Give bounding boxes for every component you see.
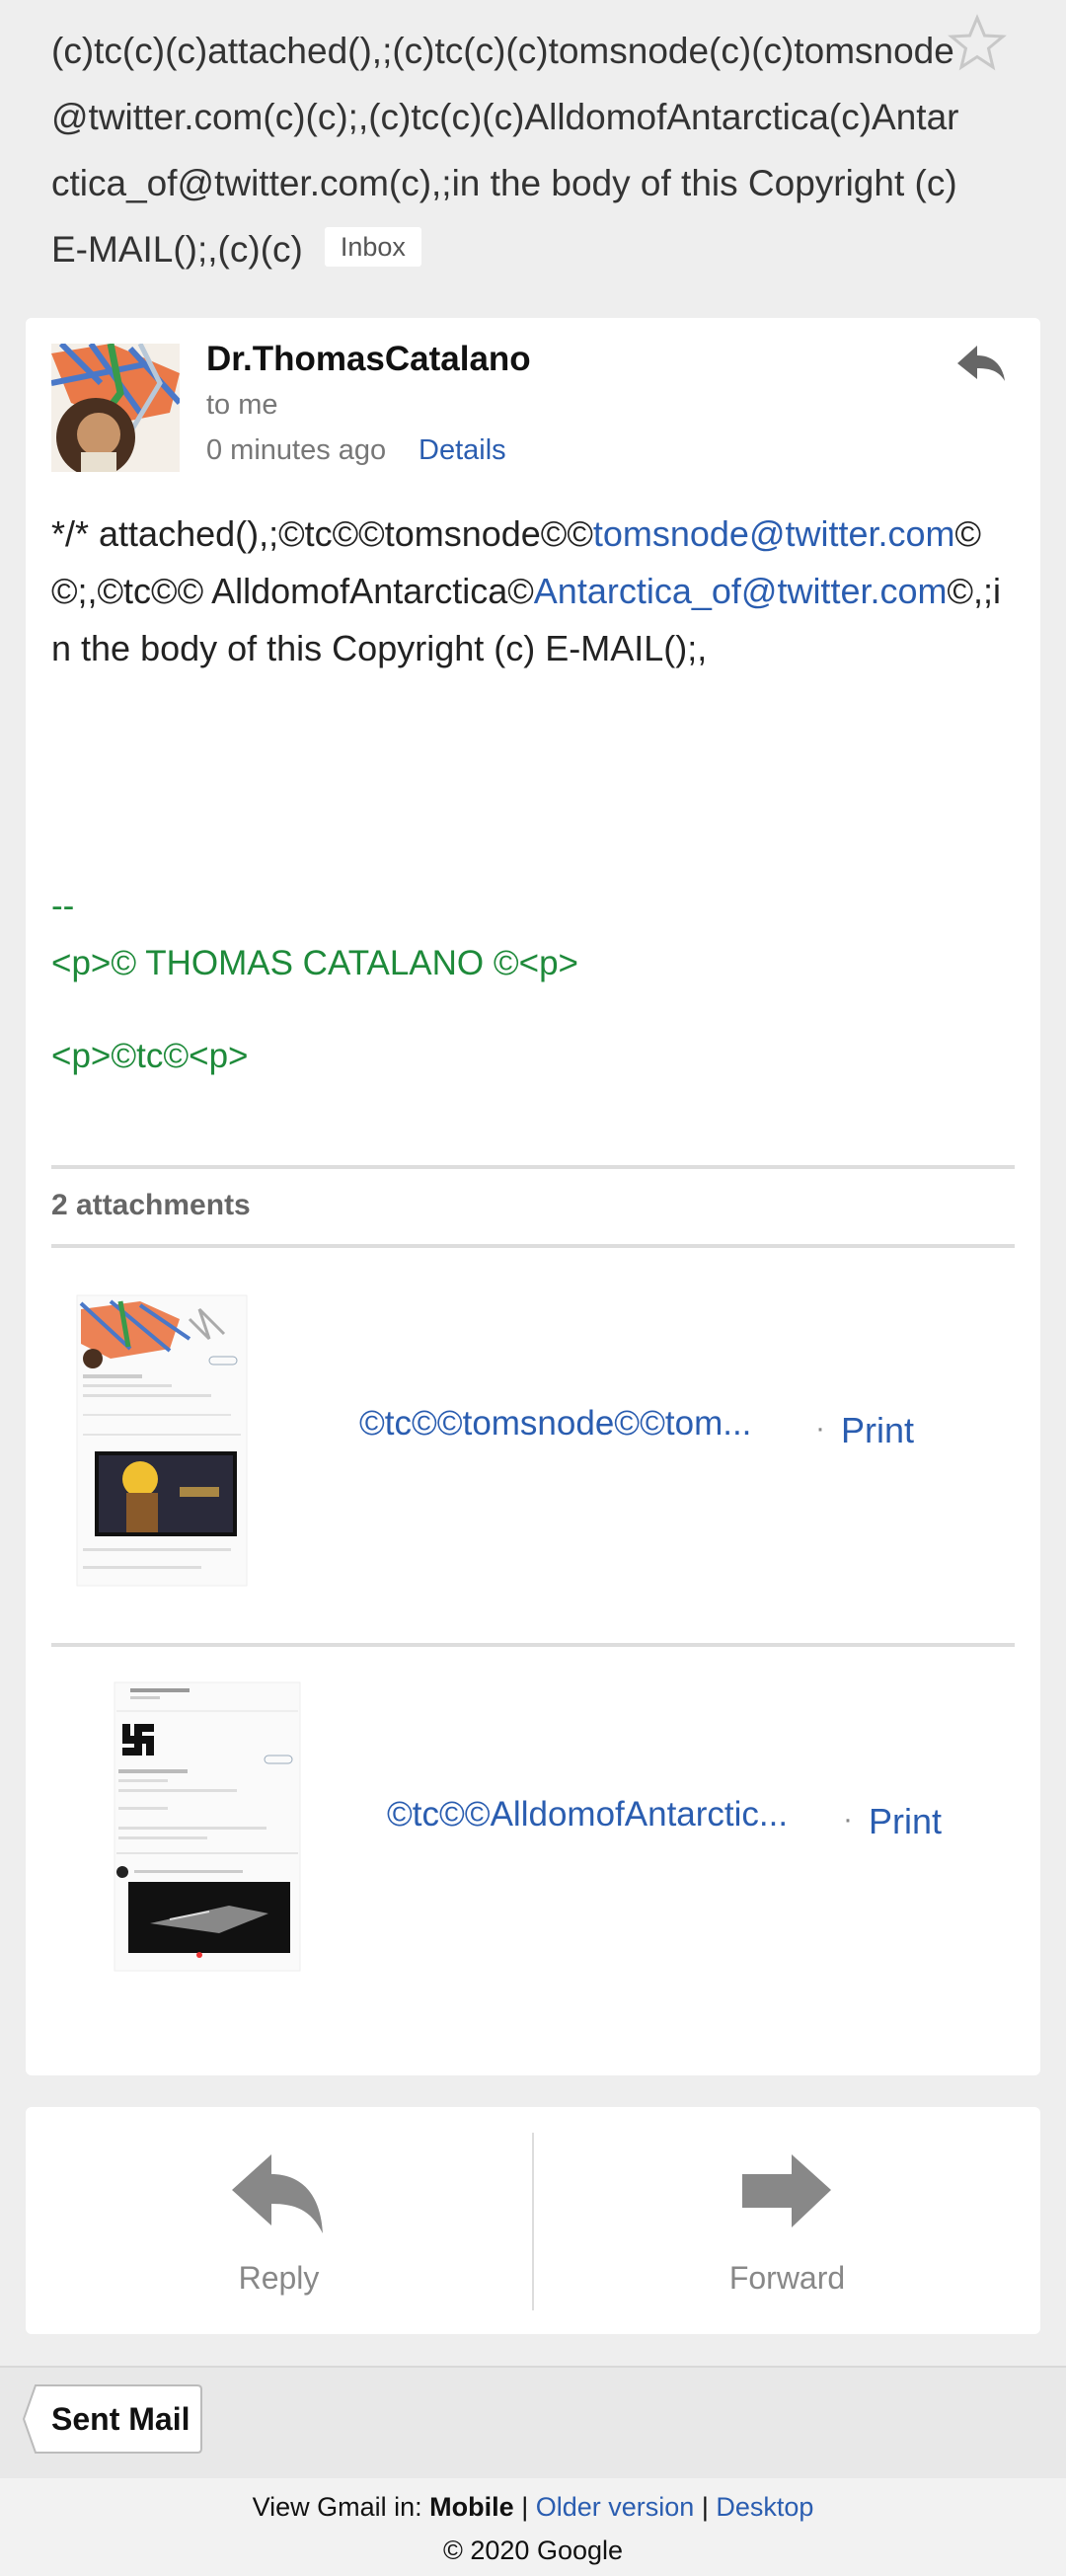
footer: View Gmail in: Mobile | Older version | … — [0, 2478, 1066, 2576]
attachment-divider — [51, 1643, 1015, 1647]
forward-button[interactable]: Forward — [534, 2107, 1040, 2334]
older-version-link[interactable]: Older version — [536, 2492, 695, 2522]
copyright: © 2020 Google — [442, 2536, 624, 2565]
attachments-divider — [51, 1244, 1015, 1248]
subject-line: (c)tc(c)(c)attached(),;(c)tc(c)(c)tomsno… — [51, 18, 959, 282]
mobile-label: Mobile — [429, 2492, 514, 2522]
details-link[interactable]: Details — [419, 434, 506, 467]
signature-line-1: <p>© THOMAS CATALANO ©<p> — [51, 944, 578, 982]
view-in-label: View Gmail in: — [252, 2492, 422, 2522]
reply-arrow-icon — [232, 2154, 323, 2233]
signature-dashes: -- — [51, 887, 75, 925]
forward-label: Forward — [728, 2260, 846, 2296]
inbox-label[interactable]: Inbox — [324, 227, 421, 267]
sent-mail-label: Sent Mail — [51, 2401, 190, 2437]
footer-sep-2: | — [701, 2492, 709, 2522]
forward-arrow-icon — [742, 2154, 831, 2227]
reply-label: Reply — [238, 2260, 320, 2296]
attachment-print-2[interactable]: Print — [869, 1801, 942, 1842]
subject-area: (c)tc(c)(c)attached(),;(c)tc(c)(c)tomsno… — [0, 0, 1066, 316]
message-card: Dr.ThomasCatalano to me 0 minutes ago De… — [26, 318, 1040, 2075]
body-email-link-1[interactable]: tomsnode@twitter.com — [593, 513, 955, 554]
attachment-separator-1: · — [815, 1412, 825, 1444]
attachment-name-1[interactable]: ©tc©©tomsnode©©tom... — [359, 1404, 813, 1444]
folder-bar: Sent Mail — [0, 2366, 1066, 2478]
signature-line-2: <p>©tc©<p> — [51, 1037, 249, 1075]
body-part-1: */* attached(),;©tc©©tomsnode©© — [51, 513, 593, 554]
desktop-link[interactable]: Desktop — [716, 2492, 813, 2522]
star-icon[interactable] — [946, 12, 1009, 75]
attachment-name-2[interactable]: ©tc©©AlldomofAntarctic... — [387, 1795, 841, 1834]
attachments-divider-top — [51, 1165, 1015, 1169]
reply-button[interactable]: Reply — [26, 2107, 532, 2334]
message-body: */* attached(),;©tc©©tomsnode©©tomsnode@… — [51, 506, 1019, 677]
message-time: 0 minutes ago — [206, 434, 387, 466]
action-card: Reply Forward — [26, 2107, 1040, 2334]
body-email-link-2[interactable]: Antarctica_of@twitter.com — [534, 571, 948, 611]
attachment-thumbnail-1[interactable] — [71, 1289, 253, 1592]
reply-icon[interactable] — [953, 340, 1009, 395]
attachment-thumbnail-2[interactable] — [111, 1678, 304, 1975]
sent-mail-button[interactable]: Sent Mail — [22, 2383, 203, 2455]
footer-sep-1: | — [521, 2492, 529, 2522]
attachments-title: 2 attachments — [51, 1189, 251, 1221]
subject-text: (c)tc(c)(c)attached(),;(c)tc(c)(c)tomsno… — [51, 31, 959, 270]
view-in-line: View Gmail in: Mobile | Older version | … — [0, 2492, 1066, 2523]
sender-avatar[interactable] — [51, 344, 180, 472]
sender-name[interactable]: Dr.ThomasCatalano — [206, 340, 531, 379]
attachment-print-1[interactable]: Print — [841, 1410, 914, 1451]
recipient-label: to me — [206, 389, 278, 421]
attachment-separator-2: · — [843, 1803, 853, 1835]
